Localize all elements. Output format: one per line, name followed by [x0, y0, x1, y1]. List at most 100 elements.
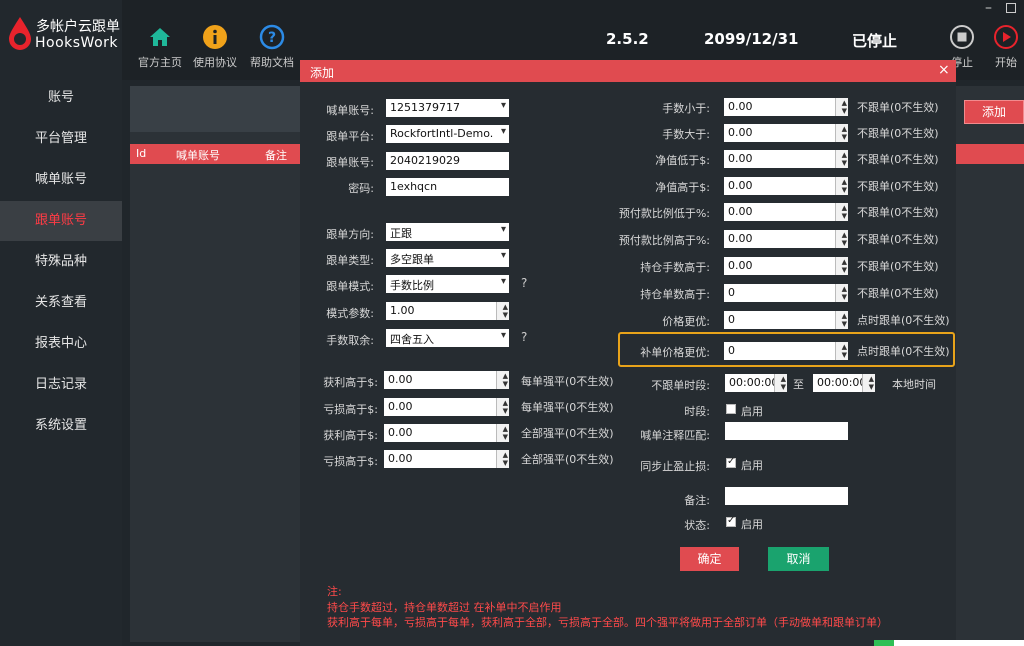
sidebar-item-platform[interactable]: 平台管理 — [0, 119, 122, 159]
agreement-button[interactable]: 使用协议 — [185, 24, 245, 70]
state-checkbox[interactable] — [726, 515, 736, 527]
spin-up-icon[interactable]: ▲ — [842, 204, 847, 212]
loss-each-value: 0.00 — [388, 400, 413, 413]
period-enable-label: 时段: — [684, 405, 710, 418]
sidebar-item-reports[interactable]: 报表中心 — [0, 324, 122, 364]
spin-up-icon[interactable]: ▲ — [842, 258, 847, 266]
add-button[interactable]: 添加 — [964, 100, 1024, 124]
password-input[interactable]: 1exhqcn — [386, 178, 509, 196]
spin-down-icon[interactable]: ▼ — [842, 159, 847, 167]
spin-up-icon[interactable]: ▲ — [503, 399, 508, 407]
spin-down-icon[interactable]: ▼ — [781, 383, 786, 391]
version-text: 2.5.2 — [606, 30, 649, 48]
dialog-title: 添加 — [310, 66, 335, 80]
spin-up-icon[interactable]: ▲ — [842, 312, 847, 320]
run-status: 已停止 — [852, 32, 898, 50]
lots-below-stepper[interactable]: 0.00 ▲ ▼ — [724, 98, 848, 116]
sidebar-item-special-symbols[interactable]: 特殊品种 — [0, 242, 122, 282]
spin-up-icon[interactable]: ▲ — [842, 231, 847, 239]
equity-below-label: 净值低于$: — [655, 154, 710, 167]
sidebar-item-settings[interactable]: 系统设置 — [0, 406, 122, 446]
spin-down-icon[interactable]: ▼ — [842, 293, 847, 301]
search-band — [130, 86, 300, 132]
period-enable-checkbox[interactable] — [726, 404, 736, 414]
spin-down-icon[interactable]: ▼ — [842, 320, 847, 328]
spin-down-icon[interactable]: ▼ — [503, 433, 508, 441]
sidebar-item-relations[interactable]: 关系查看 — [0, 283, 122, 323]
spin-down-icon[interactable]: ▼ — [842, 186, 847, 194]
mode-label: 跟单模式: — [326, 280, 374, 293]
ok-button[interactable]: 确定 — [680, 547, 739, 571]
spin-down-icon[interactable]: ▼ — [842, 107, 847, 115]
spin-down-icon[interactable]: ▼ — [842, 351, 847, 359]
spin-down-icon[interactable]: ▼ — [869, 383, 874, 391]
comment-match-input[interactable] — [725, 422, 848, 440]
spin-up-icon[interactable]: ▲ — [503, 425, 508, 433]
profit-all-stepper[interactable]: 0.00 ▲ ▼ — [384, 424, 509, 442]
type-select[interactable]: 多空跟单 — [386, 249, 509, 267]
follow-platform-select[interactable]: RockfortIntl-Demo. — [386, 125, 509, 143]
sidebar-item-account[interactable]: 账号 — [0, 78, 122, 118]
spin-down-icon[interactable]: ▼ — [503, 459, 508, 467]
spin-up-icon[interactable]: ▲ — [503, 451, 508, 459]
window-minimize-button[interactable]: – — [985, 0, 992, 16]
spin-up-icon[interactable]: ▲ — [842, 343, 847, 351]
window-maximize-button[interactable] — [1006, 3, 1016, 13]
loss-each-stepper[interactable]: 0.00 ▲ ▼ — [384, 398, 509, 416]
spin-down-icon[interactable]: ▼ — [842, 239, 847, 247]
spin-up-icon[interactable]: ▲ — [842, 151, 847, 159]
spin-down-icon[interactable]: ▼ — [503, 407, 508, 415]
mode-param-stepper[interactable]: 1.00 ▲ ▼ — [386, 302, 509, 320]
lots-above-stepper[interactable]: 0.00 ▲ ▼ — [724, 124, 848, 142]
spin-down-icon[interactable]: ▼ — [842, 212, 847, 220]
rounding-select[interactable]: 四舍五入 — [386, 329, 509, 347]
spin-up-icon[interactable]: ▲ — [869, 375, 874, 383]
spin-up-icon[interactable]: ▲ — [842, 178, 847, 186]
spin-up-icon[interactable]: ▲ — [842, 285, 847, 293]
start-button[interactable]: 开始 — [988, 24, 1024, 70]
loss-all-value: 0.00 — [388, 452, 413, 465]
margin-ratio-above-stepper[interactable]: 0.00 ▲ ▼ — [724, 230, 848, 248]
time-from-input[interactable]: 00:00:00 ▲ ▼ — [725, 374, 787, 392]
spin-down-icon[interactable]: ▼ — [503, 311, 508, 319]
equity-above-stepper[interactable]: 0.00 ▲ ▼ — [724, 177, 848, 195]
profit-each-value: 0.00 — [388, 373, 413, 386]
close-icon[interactable]: × — [938, 62, 950, 78]
follow-account-input[interactable]: 2040219029 — [386, 152, 509, 170]
sidebar-item-signal-account[interactable]: 喊单账号 — [0, 160, 122, 200]
signal-account-select[interactable]: 1251379717 — [386, 99, 509, 117]
cancel-button[interactable]: 取消 — [768, 547, 829, 571]
comment-match-label: 喊单注释匹配: — [640, 429, 710, 442]
position-count-above-stepper[interactable]: 0 ▲ ▼ — [724, 284, 848, 302]
remark-input[interactable] — [725, 487, 848, 505]
time-period-label: 不跟单时段: — [651, 379, 710, 392]
spin-up-icon[interactable]: ▲ — [842, 125, 847, 133]
time-to-input[interactable]: 00:00:00 ▲ ▼ — [813, 374, 875, 392]
sync-sl-tp-checkbox[interactable] — [726, 456, 736, 468]
profit-each-stepper[interactable]: 0.00 ▲ ▼ — [384, 371, 509, 389]
margin-ratio-below-stepper[interactable]: 0.00 ▲ ▼ — [724, 203, 848, 221]
period-enable-text: 启用 — [741, 405, 763, 418]
mode-select[interactable]: 手数比例 — [386, 275, 509, 293]
signal-account-label: 喊单账号: — [326, 104, 374, 117]
position-lots-above-stepper[interactable]: 0.00 ▲ ▼ — [724, 257, 848, 275]
margin-ratio-below-note: 不跟单(0不生效) — [857, 206, 939, 219]
spin-up-icon[interactable]: ▲ — [503, 303, 508, 311]
spin-down-icon[interactable]: ▼ — [842, 133, 847, 141]
spin-up-icon[interactable]: ▲ — [842, 99, 847, 107]
rounding-help[interactable]: ? — [521, 330, 527, 344]
equity-below-stepper[interactable]: 0.00 ▲ ▼ — [724, 150, 848, 168]
spin-up-icon[interactable]: ▲ — [781, 375, 786, 383]
sidebar-item-follow-account[interactable]: 跟单账号 — [0, 201, 122, 241]
sidebar-item-logs[interactable]: 日志记录 — [0, 365, 122, 405]
direction-select[interactable]: 正跟 — [386, 223, 509, 241]
profit-row-label: 获利高于$: — [323, 376, 378, 389]
mode-help[interactable]: ? — [521, 276, 527, 290]
spin-down-icon[interactable]: ▼ — [842, 266, 847, 274]
price-better-stepper[interactable]: 0 ▲ ▼ — [724, 311, 848, 329]
spin-down-icon[interactable]: ▼ — [503, 380, 508, 388]
loss-all-stepper[interactable]: 0.00 ▲ ▼ — [384, 450, 509, 468]
home-button[interactable]: 官方主页 — [130, 24, 190, 70]
help-button[interactable]: ? 帮助文档 — [242, 24, 302, 70]
spin-up-icon[interactable]: ▲ — [503, 372, 508, 380]
